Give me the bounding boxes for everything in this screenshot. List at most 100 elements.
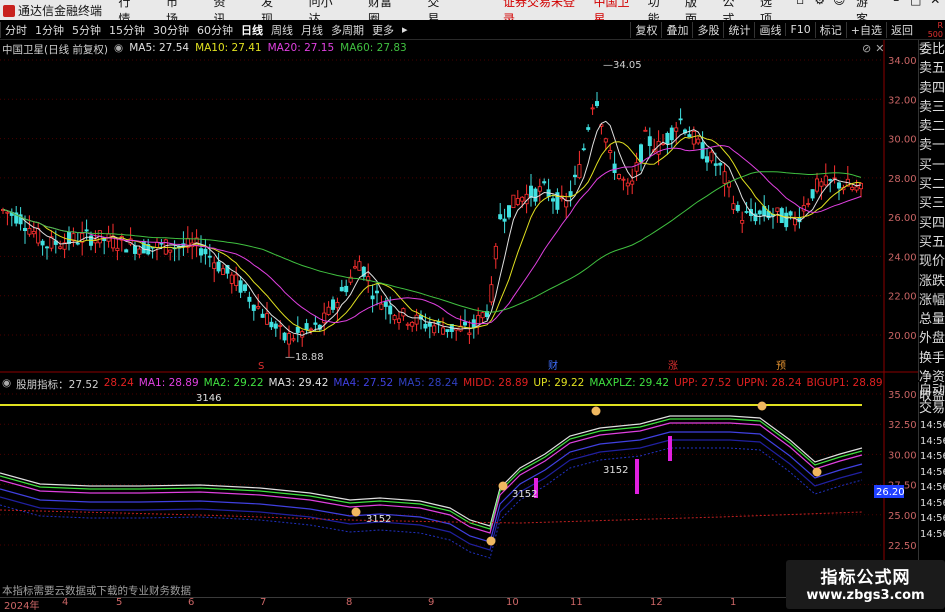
- app-title: 通达信金融终端: [0, 2, 106, 19]
- candle-body: [159, 242, 164, 245]
- trade-label[interactable]: 交易: [919, 400, 945, 418]
- period-tab-60min[interactable]: 60分钟: [193, 22, 237, 38]
- candle-body: [308, 328, 313, 331]
- candle-body: [506, 205, 511, 218]
- date-axis-label: 11: [570, 597, 583, 608]
- candle-body: [225, 264, 230, 274]
- period-tab-15min[interactable]: 15分钟: [105, 22, 149, 38]
- side-item-5[interactable]: 卖一: [919, 136, 945, 155]
- side-item-3[interactable]: 卖三: [919, 98, 945, 117]
- candle-body: [471, 319, 476, 329]
- candle-body: [779, 208, 784, 224]
- watermark-url: www.zbgs3.com: [806, 588, 925, 603]
- candle-body: [238, 280, 243, 293]
- candle-body: [295, 326, 300, 333]
- indicator-value-9: MAXPLZ: 29.42: [589, 377, 670, 389]
- period-tab-monthly[interactable]: 月线: [297, 22, 327, 38]
- event-marker: 涨: [668, 360, 678, 372]
- side-item-0[interactable]: 委比: [919, 40, 945, 59]
- side-item-16[interactable]: 换手: [919, 349, 945, 368]
- indicator-toggle-icon[interactable]: ◉: [2, 377, 11, 391]
- side-item-15[interactable]: 外盘: [919, 329, 945, 348]
- kline-chart[interactable]: 34.00 32.00 30.00 28.00 26.00 24.00 22.00 20.00…: [0, 0, 945, 609]
- candle-body: [163, 239, 168, 255]
- band-line-magenta: [0, 422, 863, 534]
- period-tab-30min[interactable]: 30分钟: [149, 22, 193, 38]
- side-item-9[interactable]: 买四: [919, 214, 945, 233]
- date-axis-label: 2024年: [4, 601, 40, 612]
- mark-button[interactable]: 标记: [814, 21, 846, 38]
- candle-body: [172, 247, 177, 250]
- period-tab-1min[interactable]: 1分钟: [31, 22, 68, 38]
- indicator-value-1: 28.24: [103, 377, 134, 389]
- candle-body: [784, 212, 789, 228]
- date-axis-label: 9: [428, 597, 435, 608]
- add-watchlist-button[interactable]: +自选: [845, 21, 886, 38]
- candle-body: [286, 333, 291, 345]
- candle-body: [128, 238, 133, 245]
- period-tab-5min[interactable]: 5分钟: [68, 22, 105, 38]
- current-value-tag-bg: [874, 485, 904, 498]
- period-tab-daily[interactable]: 日线: [237, 22, 267, 38]
- f10-button[interactable]: F10: [785, 23, 814, 36]
- side-item-11[interactable]: 现价: [919, 252, 945, 271]
- side-item-12[interactable]: 涨跌: [919, 272, 945, 291]
- side-item-14[interactable]: 总量: [919, 310, 945, 329]
- level-line-label: 3146: [196, 393, 221, 404]
- candle-body: [322, 312, 327, 324]
- chart-pin-controls[interactable]: ⊘✕: [862, 42, 888, 55]
- candle-body: [454, 327, 459, 331]
- indicator-axis-label: 30.00: [888, 450, 917, 461]
- candle-body: [203, 248, 208, 255]
- candle-body: [559, 195, 564, 200]
- period-tab-weekly[interactable]: 周线: [267, 22, 297, 38]
- overlay-button[interactable]: 叠加: [661, 21, 692, 38]
- side-item-2[interactable]: 卖四: [919, 79, 945, 98]
- current-value-tag: 26.20: [876, 487, 905, 498]
- candle-body: [445, 329, 450, 332]
- statistics-button[interactable]: 统计: [723, 21, 754, 38]
- side-item-7[interactable]: 买二: [919, 175, 945, 194]
- candle-body: [18, 214, 23, 225]
- badge-top: R: [937, 20, 943, 30]
- period-tab-more[interactable]: 更多: [368, 22, 398, 38]
- candle-body: [529, 185, 534, 198]
- candle-body: [762, 206, 767, 217]
- candle-body: [242, 284, 247, 291]
- candle-body: [608, 150, 613, 153]
- side-item-6[interactable]: 买一: [919, 156, 945, 175]
- side-item-4[interactable]: 卖二: [919, 117, 945, 136]
- auto-label[interactable]: 自动: [919, 382, 945, 400]
- trade-time-5: 14:56: [920, 497, 945, 509]
- back-button[interactable]: 返回: [886, 21, 917, 38]
- side-item-8[interactable]: 买三: [919, 194, 945, 213]
- adjust-button[interactable]: 复权: [630, 21, 661, 38]
- badge-bottom: 500: [927, 29, 943, 39]
- side-item-13[interactable]: 涨幅: [919, 291, 945, 310]
- band-line-green: [0, 418, 863, 530]
- signal-bar: [635, 459, 639, 494]
- indicator-footnote: 本指标需要云数据或下载的专业财务数据: [2, 585, 191, 597]
- candle-body: [595, 101, 600, 107]
- candle-body: [590, 107, 595, 110]
- candle-body: [124, 249, 129, 253]
- candle-body: [348, 276, 353, 283]
- side-item-1[interactable]: 卖五: [919, 59, 945, 78]
- legend-toggle-icon[interactable]: ◉: [114, 42, 123, 56]
- period-tab-fenshi[interactable]: 分时: [0, 21, 31, 38]
- candle-body: [106, 233, 111, 242]
- ma60-value: MA60: 27.83: [340, 42, 407, 54]
- price-axis-label: 24.00: [888, 252, 917, 263]
- side-item-10[interactable]: 买五: [919, 233, 945, 252]
- candle-body: [436, 321, 441, 324]
- event-marker: 预: [776, 360, 786, 372]
- candle-body: [379, 303, 384, 310]
- drawing-button[interactable]: 画线: [754, 21, 785, 38]
- period-tab-multi[interactable]: 多周期: [327, 22, 368, 38]
- multi-stock-button[interactable]: 多股: [692, 21, 723, 38]
- candle-body: [837, 182, 842, 189]
- midd-line: [0, 509, 863, 524]
- candle-body: [45, 246, 50, 249]
- more-dropdown-icon[interactable]: ▸: [398, 23, 412, 36]
- period-toolbar: 分时 1分钟 5分钟 15分钟 30分钟 60分钟 日线 周线 月线 多周期 更…: [0, 20, 945, 40]
